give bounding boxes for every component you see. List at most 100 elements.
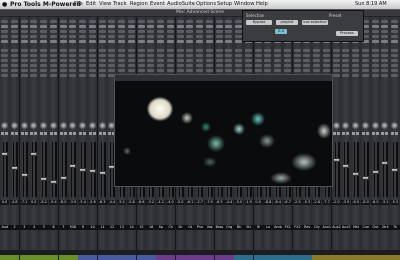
solo-button[interactable] [346, 132, 350, 135]
pan-knob[interactable] [79, 122, 87, 129]
insert-slot[interactable] [118, 35, 126, 38]
insert-slot[interactable] [176, 35, 184, 38]
insert-slot[interactable] [381, 30, 389, 33]
send-slot[interactable] [30, 64, 38, 67]
send-slot[interactable] [313, 54, 321, 57]
pan-knob[interactable] [30, 122, 38, 129]
volume-fader[interactable] [391, 167, 399, 172]
insert-slot[interactable] [59, 35, 67, 38]
volume-fader[interactable] [88, 168, 96, 173]
track-name[interactable]: Sp [156, 225, 166, 230]
insert-slot[interactable] [108, 30, 116, 33]
send-slot[interactable] [205, 64, 213, 67]
track-name[interactable]: Bk [234, 225, 244, 230]
send-slot[interactable] [196, 49, 204, 52]
track-name[interactable]: 2trk [380, 225, 391, 230]
insert-slot[interactable] [166, 25, 174, 28]
insert-slot[interactable] [147, 25, 155, 28]
insert-slot[interactable] [137, 25, 145, 28]
send-slot[interactable] [20, 74, 28, 77]
track-name[interactable]: 12 [107, 225, 117, 230]
track-name[interactable]: 9 [78, 225, 88, 230]
insert-slot[interactable] [69, 35, 77, 38]
insert-slot[interactable] [371, 20, 379, 23]
send-slot[interactable] [225, 54, 233, 57]
send-slot[interactable] [215, 59, 223, 62]
insert-slot[interactable] [225, 20, 233, 23]
send-slot[interactable] [332, 49, 340, 52]
track-name[interactable]: FX1 [282, 225, 293, 230]
send-slot[interactable] [108, 59, 116, 62]
solo-button[interactable] [24, 132, 28, 135]
send-slot[interactable] [88, 54, 96, 57]
send-slot[interactable] [147, 59, 155, 62]
send-slot[interactable] [108, 54, 116, 57]
insert-slot[interactable] [225, 25, 233, 28]
send-slot[interactable] [322, 54, 330, 57]
send-slot[interactable] [283, 59, 291, 62]
insert-slot[interactable] [118, 40, 126, 43]
send-slot[interactable] [274, 69, 282, 72]
track-name[interactable]: FX2 [292, 225, 303, 230]
send-slot[interactable] [303, 54, 311, 57]
send-slot[interactable] [59, 59, 67, 62]
send-slot[interactable] [313, 49, 321, 52]
send-slot[interactable] [342, 59, 350, 62]
send-slot[interactable] [20, 64, 28, 67]
send-slot[interactable] [391, 54, 399, 57]
send-slot[interactable] [10, 64, 18, 67]
send-slot[interactable] [49, 74, 57, 77]
track-name[interactable]: 5 [39, 225, 49, 230]
insert-slot[interactable] [79, 40, 87, 43]
insert-slot[interactable] [176, 25, 184, 28]
send-slot[interactable] [215, 49, 223, 52]
send-slot[interactable] [137, 49, 145, 52]
volume-fader[interactable] [342, 163, 350, 168]
send-slot[interactable] [49, 54, 57, 57]
send-slot[interactable] [69, 69, 77, 72]
send-slot[interactable] [20, 69, 28, 72]
solo-button[interactable] [14, 132, 18, 135]
menu-track[interactable]: Track [113, 0, 127, 9]
send-slot[interactable] [176, 54, 184, 57]
mute-button[interactable] [30, 132, 34, 135]
send-slot[interactable] [186, 49, 194, 52]
insert-slot[interactable] [381, 40, 389, 43]
insert-slot[interactable] [391, 25, 399, 28]
mute-button[interactable] [1, 132, 4, 135]
send-slot[interactable] [205, 54, 213, 57]
insert-slot[interactable] [59, 25, 67, 28]
send-slot[interactable] [196, 59, 204, 62]
send-slot[interactable] [235, 59, 243, 62]
mute-button[interactable] [371, 132, 375, 135]
insert-slot[interactable] [166, 35, 174, 38]
send-slot[interactable] [283, 49, 291, 52]
send-slot[interactable] [20, 54, 28, 57]
insert-slot[interactable] [186, 25, 194, 28]
insert-slot[interactable] [40, 35, 48, 38]
menu-view[interactable]: View [99, 0, 111, 9]
solo-button[interactable] [63, 132, 67, 135]
insert-slot[interactable] [30, 40, 38, 43]
track-name[interactable]: 4 [29, 225, 39, 230]
insert-slot[interactable] [79, 25, 87, 28]
mute-button[interactable] [49, 132, 53, 135]
pan-knob[interactable] [352, 122, 360, 129]
send-slot[interactable] [127, 69, 135, 72]
send-slot[interactable] [371, 64, 379, 67]
send-slot[interactable] [118, 64, 126, 67]
send-slot[interactable] [118, 59, 126, 62]
track-name[interactable]: 6 [48, 225, 59, 230]
send-slot[interactable] [49, 64, 57, 67]
send-slot[interactable] [59, 54, 67, 57]
insert-slot[interactable] [381, 35, 389, 38]
send-slot[interactable] [352, 54, 360, 57]
process-button[interactable]: Process [336, 31, 358, 36]
pan-knob[interactable] [59, 122, 67, 129]
send-slot[interactable] [274, 54, 282, 57]
track-name[interactable]: Tk [390, 225, 400, 230]
send-slot[interactable] [332, 64, 340, 67]
send-slot[interactable] [157, 54, 165, 57]
send-slot[interactable] [215, 69, 223, 72]
insert-slot[interactable] [10, 30, 18, 33]
